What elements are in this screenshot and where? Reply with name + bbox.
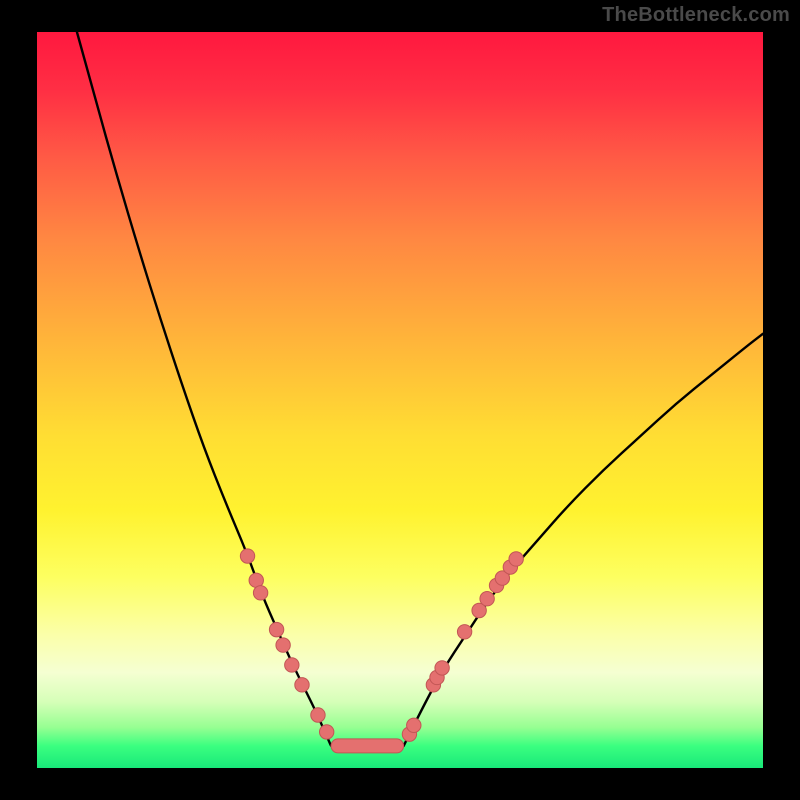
data-marker: [435, 661, 449, 675]
curve-left-curve: [77, 32, 331, 746]
data-marker: [240, 549, 254, 563]
curve-right-curve: [404, 334, 763, 746]
plateau-marker: [331, 739, 404, 753]
data-marker: [509, 552, 523, 566]
data-marker: [407, 718, 421, 732]
data-marker: [311, 708, 325, 722]
data-marker: [276, 638, 290, 652]
data-marker: [319, 725, 333, 739]
chart-svg: [0, 0, 800, 800]
data-marker: [457, 625, 471, 639]
data-marker: [269, 622, 283, 636]
data-marker: [480, 592, 494, 606]
data-marker: [295, 678, 309, 692]
data-marker: [285, 658, 299, 672]
data-marker: [253, 586, 267, 600]
chart-frame: TheBottleneck.com: [0, 0, 800, 800]
